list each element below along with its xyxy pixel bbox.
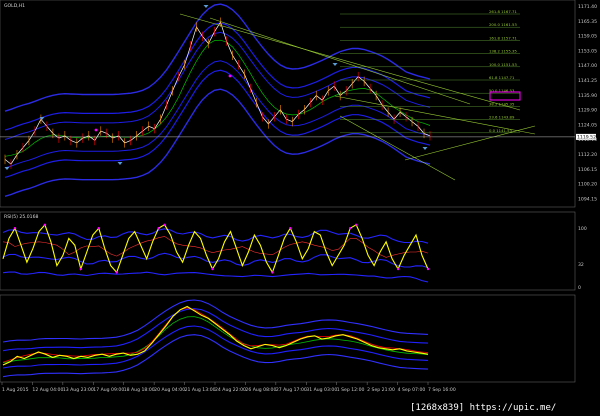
price-tick-6: 1135.90 [578, 93, 597, 99]
chart-canvas: GOLD,H1 RSI(5) 25.0168 261.8 1167.71 200.… [0, 0, 597, 413]
price-tick-2: 1159.05 [578, 34, 597, 40]
rsi-tick-1: 32 [578, 262, 584, 268]
price-tick-12: 1100.20 [578, 182, 597, 188]
symbol-label: GOLD,H1 [4, 3, 25, 9]
price-tick-13: 1094.15 [578, 196, 597, 202]
time-tick-11: 1 Sep 12:00 [337, 387, 365, 393]
price-tick-7: 1129.90 [578, 108, 597, 114]
rsi-signal-line [2, 236, 429, 258]
price-tick-8: 1124.05 [578, 122, 597, 128]
fib-label-2: 161.8 1157.71 [489, 35, 517, 40]
rsi-extreme-dot-27 [163, 223, 166, 226]
signal-arrow-5 [4, 167, 10, 170]
time-tick-10: 31 Aug 03:00 [306, 387, 337, 393]
time-tick-9: 27 Aug 17:00 [276, 387, 307, 393]
price-tick-9: 1118.10 [578, 137, 597, 143]
main-price-pane: 261.8 1167.71 200.0 1161.53 161.8 1157.71 1… [0, 3, 596, 197]
trading-chart: GOLD,H1 RSI(5) 25.0168 261.8 1167.71 200.… [0, 0, 600, 416]
rsi-label: RSI(5) 25.0168 [4, 214, 39, 220]
envelope-band-4 [4, 88, 431, 197]
price-axis: 1171.40 1165.35 1159.05 1153.05 1147.00 1141.… [578, 4, 597, 202]
moving-average-pane [2, 299, 429, 378]
rsi-extreme-dot-48 [289, 227, 292, 230]
envelope-band-0 [4, 69, 431, 178]
signal-marker-0 [94, 128, 98, 132]
fib-label-8: 23.6 1143.89 [489, 115, 515, 120]
rsi-extreme-dot-45 [271, 271, 274, 274]
signal-arrow-4 [422, 147, 428, 150]
envelope-band-3 [4, 22, 431, 131]
time-tick-5: 20 Aug 04:00 [154, 387, 185, 393]
time-tick-0: 1 Aug 2015 [2, 387, 29, 393]
time-tick-6: 21 Aug 13:00 [185, 387, 216, 393]
signal-arrow-2 [332, 63, 338, 66]
trend-line-4 [404, 125, 536, 161]
signal-arrow-1 [203, 5, 209, 8]
rsi-pane: 100 32 0 [2, 223, 587, 291]
rsi-extreme-dot-59 [354, 223, 358, 226]
price-tick-4: 1147.00 [578, 63, 597, 69]
trend-line-3 [339, 115, 456, 181]
signal-arrow-3 [117, 162, 123, 165]
price-tick-1: 1165.35 [578, 19, 597, 25]
price-tick-5: 1141.25 [578, 78, 597, 84]
rsi-extreme-dot-71 [426, 267, 430, 271]
time-tick-3: 17 Aug 09:00 [93, 387, 124, 393]
trend-line-0 [179, 13, 521, 111]
time-tick-8: 26 Aug 08:00 [245, 387, 276, 393]
rsi-band-lower [2, 252, 429, 269]
fib-label-4: 100.0 1151.53 [489, 62, 517, 67]
rsi-extreme-dot-58 [348, 227, 352, 230]
fib-label-5: 61.8 1147.71 [489, 75, 515, 80]
rsi-band-upper [2, 228, 429, 244]
time-tick-2: 13 Aug 23:00 [63, 387, 94, 393]
rsi-tick-0: 100 [578, 226, 587, 232]
rsi-extreme-dot-19 [115, 271, 118, 274]
rsi-extreme-dot-26 [157, 227, 160, 230]
price-tick-0: 1171.40 [578, 4, 597, 10]
watermark-text: [1268x839] https://upic.me/ [410, 403, 556, 413]
rsi-extreme-dot-7 [43, 223, 47, 226]
time-tick-4: 18 Aug 18:00 [124, 387, 155, 393]
fib-label-1: 200.0 1161.53 [489, 22, 517, 27]
rsi-extreme-dot-35 [211, 267, 214, 271]
fib-label-0: 261.8 1167.71 [489, 9, 517, 14]
rsi-extreme-dot-66 [396, 267, 400, 271]
envelope-band-2 [4, 31, 431, 140]
time-tick-14: 7 Sep 16:00 [428, 387, 456, 393]
rsi-band-base [2, 271, 429, 283]
rsi-pane-frame [0, 211, 576, 291]
rsi-extreme-dot-16 [97, 227, 100, 230]
time-tick-13: 4 Sep 07:00 [398, 387, 426, 393]
fib-label-3: 138.2 1155.35 [489, 49, 517, 54]
time-tick-7: 24 Aug 22:00 [215, 387, 246, 393]
time-tick-1: 12 Aug 04:00 [32, 387, 63, 393]
rsi-tick-2: 0 [578, 285, 581, 291]
price-tick-3: 1153.05 [578, 48, 597, 54]
ma-envelope-3 [2, 299, 429, 343]
rsi-line [2, 223, 429, 274]
envelope-band-1 [4, 60, 431, 169]
price-tick-10: 1112.20 [578, 152, 597, 158]
signal-marker-1 [228, 74, 232, 78]
ma-fast-line [2, 305, 429, 366]
rsi-extreme-dot-13 [79, 267, 83, 271]
price-tick-11: 1106.15 [578, 167, 597, 173]
fib-label-9: 0.0 1141.53 [489, 128, 513, 133]
rsi-extreme-dot-2 [13, 227, 17, 230]
time-axis: 1 Aug 2015 12 Aug 04:00 13 Aug 23:00 17 Aug… [1, 382, 456, 393]
time-tick-12: 2 Sep 21:00 [367, 387, 395, 393]
